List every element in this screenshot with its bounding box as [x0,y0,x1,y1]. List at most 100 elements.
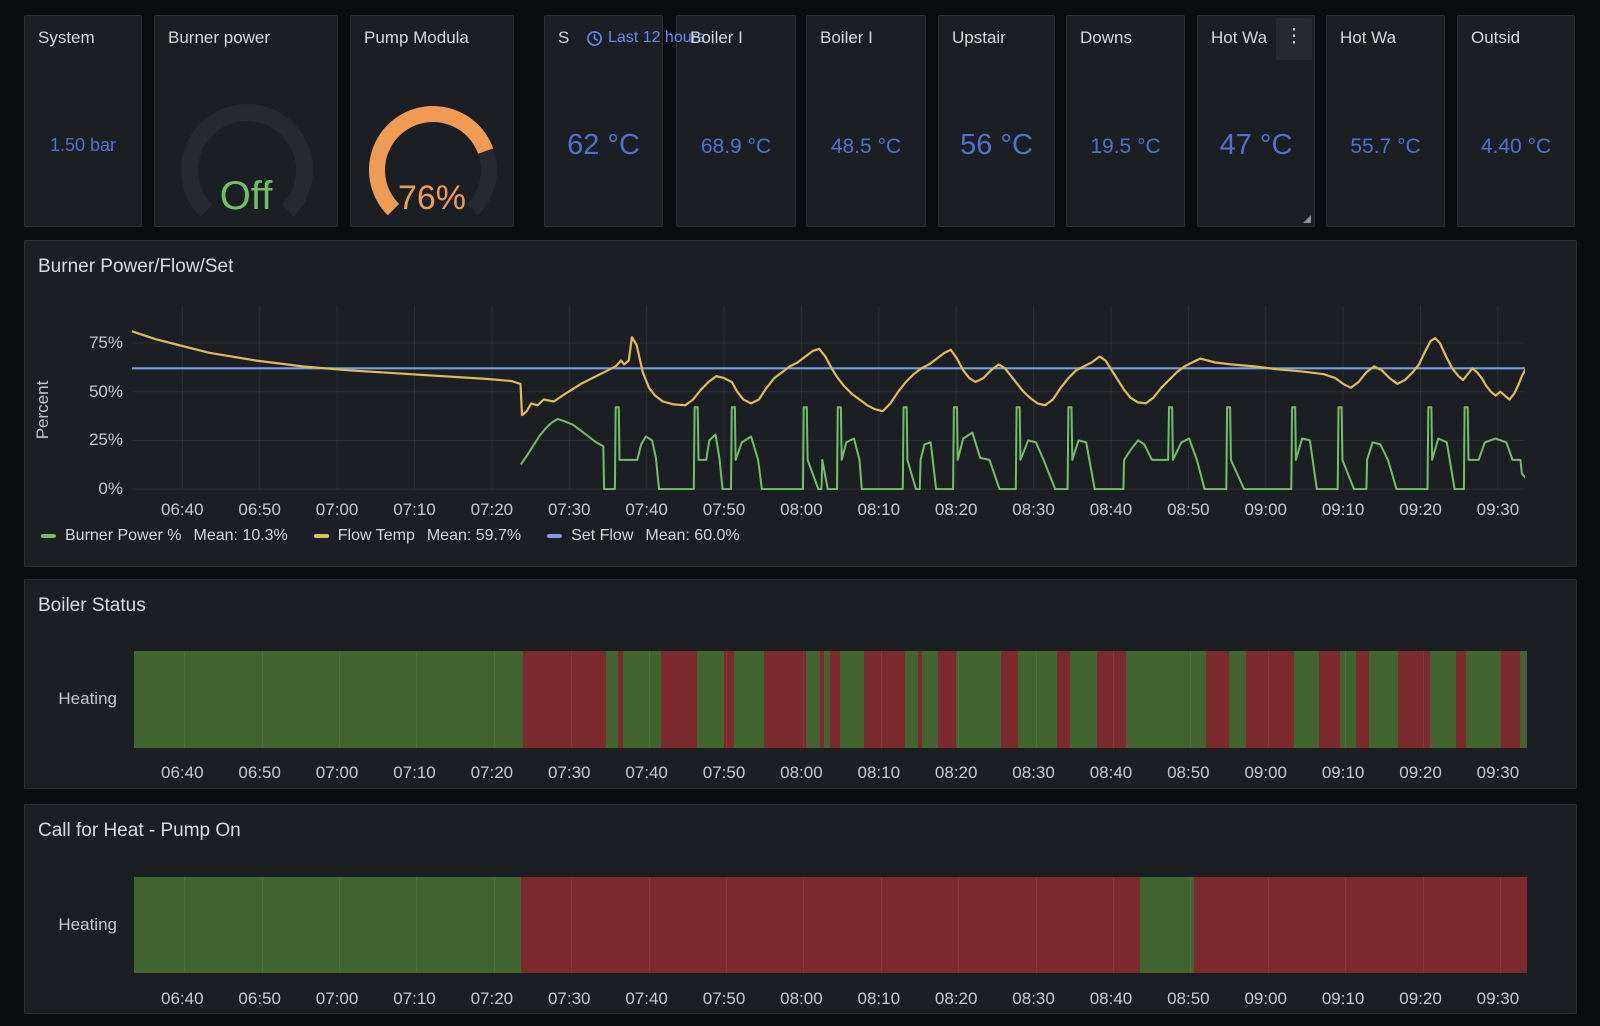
panel-title-burner-power-flow-set[interactable]: Burner Power/Flow/Set [38,255,233,279]
timeline-gridline [649,651,650,748]
stat-panel-system: System 1.50 bar [24,15,142,227]
x-tick-label: 09:20 [1386,500,1456,520]
stat-value: 68.9 °C [677,135,795,159]
timeline-segment-on [1070,651,1096,748]
timeline-segment-off [1398,651,1430,748]
timeline-gridline [1190,651,1191,748]
stat-panel-title[interactable]: Burner power [168,28,270,47]
x-tick-label: 09:20 [1386,763,1456,783]
x-tick-label: 07:00 [302,500,372,520]
timeline-segment-off [1206,651,1228,748]
timeseries-plot-area[interactable] [132,306,1525,490]
legend-item-set-flow[interactable]: Set FlowMean: 60.0% [547,527,740,545]
x-tick-label: 09:10 [1308,989,1378,1009]
timeline-segment-off [1194,877,1527,973]
stat-value: 48.5 °C [807,135,925,159]
timeline-gridline [416,877,417,973]
stat-panel-title[interactable]: System [38,28,95,47]
stat-panel-title[interactable]: Downs [1080,28,1132,47]
timeline-gridline [803,877,804,973]
x-tick-label: 07:40 [612,989,682,1009]
stat-panel-title[interactable]: Upstair [952,28,1006,47]
stat-panel-title[interactable]: Hot Wa [1211,28,1267,47]
stat-panel-title[interactable]: Boiler I [690,28,743,47]
legend-item-burner-power-[interactable]: Burner Power %Mean: 10.3% [41,527,288,545]
timeline-segment-on [922,651,937,748]
legend-series-name: Flow Temp [338,527,415,545]
x-tick-label: 07:10 [379,763,449,783]
timeline-gridline [1345,651,1346,748]
x-tick-label: 08:10 [844,763,914,783]
panel-title-boiler-status[interactable]: Boiler Status [38,594,146,618]
stat-panel-header: Hot Wa [1340,27,1440,51]
timeline-gridline [1036,877,1037,973]
timeline-segment-off [523,651,606,748]
stat-value: 62 °C [545,129,662,162]
stat-value: 1.50 bar [25,135,141,156]
x-tick-label: 07:20 [457,989,527,1009]
stat-panel-title[interactable]: Boiler I [820,28,873,47]
legend-item-flow-temp[interactable]: Flow TempMean: 59.7% [314,527,521,545]
x-tick-label: 07:40 [612,763,682,783]
panel-title-call-for-heat[interactable]: Call for Heat - Pump On [38,819,241,843]
x-tick-label: 07:50 [689,500,759,520]
stat-panel-title[interactable]: Hot Wa [1340,28,1396,47]
x-tick-label: 06:40 [147,500,217,520]
x-tick-label: 07:20 [457,763,527,783]
timeline-gridline [1036,651,1037,748]
stat-panel-title[interactable]: Pump Modula [364,28,469,47]
timeline-segment-on [1340,651,1355,748]
timeline-segment-off [1456,651,1466,748]
panel-menu-button[interactable]: ⋮ [1276,18,1312,60]
x-tick-label: 08:50 [1153,763,1223,783]
y-tick-label: 0% [63,479,123,499]
timeline-segment-on [1018,651,1057,748]
y-axis-label: Percent [33,370,53,450]
stat-panel-title[interactable]: S [558,28,569,47]
timeline-gridline [726,651,727,748]
x-tick-label: 08:40 [1076,989,1146,1009]
x-tick-label: 08:20 [921,500,991,520]
boiler-status-timeline-bar[interactable] [134,651,1527,748]
y-tick-label: 25% [63,430,123,450]
x-tick-label: 09:10 [1308,763,1378,783]
stat-panel-header: Outsid [1471,27,1570,51]
call-for-heat-timeline-bar[interactable] [134,877,1527,973]
x-tick-label: 07:10 [379,989,449,1009]
y-tick-label: 50% [63,382,123,402]
timeline-segment-on [734,651,764,748]
timeline-row-label: Heating [25,689,117,709]
legend-swatch [41,534,56,538]
x-tick-label: 08:50 [1153,500,1223,520]
panel-time-override[interactable]: Last 12 hours [586,27,705,49]
timeline-segment-on [840,651,864,748]
timeline-segment-off [864,651,906,748]
timeline-row-label: Heating [25,915,117,935]
gauge-value: Off [155,174,337,219]
timeline-segment-on [806,651,821,748]
clock-icon [586,30,603,47]
stat-panel-header: Upstair [952,27,1050,51]
stat-value: 56 °C [939,129,1054,162]
x-tick-label: 08:40 [1076,763,1146,783]
stat-panel-hot-wa: Hot Wa55.7 °C [1326,15,1445,227]
gauge-value: 76% [351,179,513,218]
timeline-segment-off [1356,651,1369,748]
timeseries-panel-burner-power-flow-set: Burner Power/Flow/Set Percent 0%25%50%75… [24,240,1577,567]
panel-resize-handle[interactable] [1303,215,1311,223]
x-tick-label: 08:30 [999,500,1069,520]
stat-panel-burner-power: Burner power Off [154,15,338,227]
x-tick-label: 09:00 [1231,763,1301,783]
timeline-segment-off [764,651,806,748]
stat-panel-title[interactable]: Outsid [1471,28,1520,47]
state-timeline-panel-boiler-status: Boiler Status Heating 06:4006:5007:0007:… [24,579,1577,789]
stat-panel-boiler-i: Boiler I 68.9 °C [676,15,796,227]
timeline-gridline [494,651,495,748]
timeline-gridline [184,651,185,748]
timeline-gridline [1190,877,1191,973]
timeline-gridline [571,877,572,973]
timeline-gridline [649,877,650,973]
timeline-segment-on [1229,651,1246,748]
x-tick-label: 08:20 [921,763,991,783]
legend-swatch [314,534,329,538]
